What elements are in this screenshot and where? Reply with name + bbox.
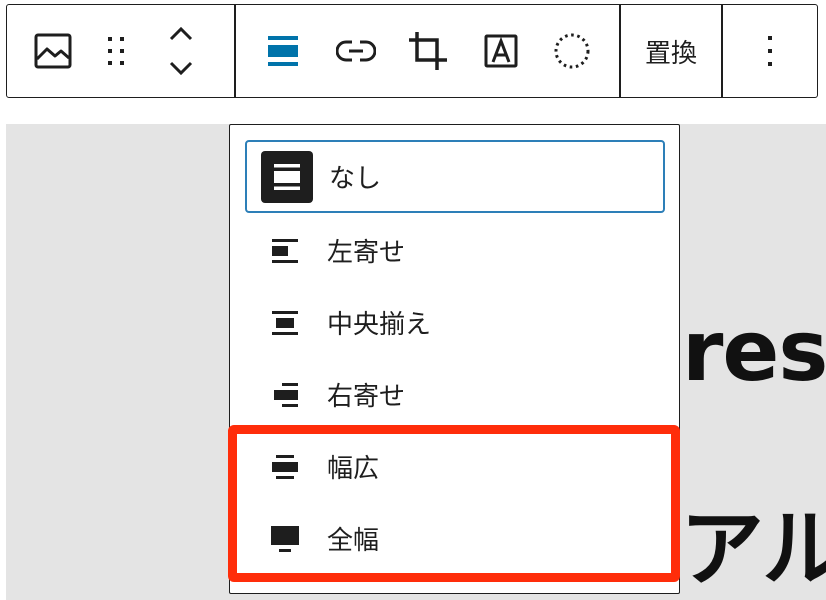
align-center-icon	[272, 310, 298, 335]
replace-button-label: 置換	[644, 38, 697, 69]
drag-handle-icon	[108, 37, 124, 65]
align-option-center[interactable]: 中央揃え	[245, 286, 665, 359]
move-up-down-icon	[169, 26, 193, 76]
align-option-label: なし	[329, 164, 382, 194]
align-none-icon	[268, 36, 298, 66]
toolbar-divider	[234, 5, 236, 97]
crop-icon	[409, 32, 447, 70]
more-vertical-icon	[768, 36, 772, 66]
align-button[interactable]	[261, 5, 305, 97]
align-right-icon	[274, 382, 298, 407]
align-option-wide[interactable]: 幅広	[245, 430, 665, 503]
align-option-none[interactable]: なし	[245, 140, 665, 213]
crop-button[interactable]	[405, 5, 451, 97]
block-toolbar: 置換	[6, 4, 818, 98]
align-option-label: 幅広	[327, 454, 380, 484]
heading-text: res	[682, 302, 826, 400]
text-overlay-button[interactable]	[479, 5, 523, 97]
align-left-icon	[272, 238, 298, 263]
image-block-button[interactable]	[25, 5, 81, 97]
heading-text: アル	[680, 500, 826, 598]
drag-handle-button[interactable]	[95, 5, 139, 97]
align-none-icon	[274, 163, 300, 190]
align-option-label: 中央揃え	[327, 310, 432, 340]
text-overlay-icon	[484, 34, 518, 68]
link-icon	[336, 40, 376, 62]
align-option-label: 右寄せ	[327, 382, 406, 412]
image-block-icon	[34, 33, 72, 69]
duotone-icon	[554, 33, 590, 69]
align-full-width-icon	[271, 525, 299, 552]
more-options-button[interactable]	[723, 5, 817, 97]
duotone-button[interactable]	[549, 5, 595, 97]
link-button[interactable]	[333, 5, 379, 97]
align-option-right[interactable]: 右寄せ	[245, 358, 665, 431]
replace-button[interactable]: 置換	[621, 5, 721, 97]
align-wide-icon	[272, 454, 298, 479]
align-option-left[interactable]: 左寄せ	[245, 214, 665, 287]
align-option-full[interactable]: 全幅	[245, 502, 665, 575]
align-option-label: 左寄せ	[327, 238, 406, 268]
move-up-down-button[interactable]	[157, 5, 205, 97]
align-option-label: 全幅	[327, 526, 380, 556]
alignment-dropdown: なし 左寄せ 中央揃え 右寄せ 幅広 全幅	[229, 124, 680, 594]
